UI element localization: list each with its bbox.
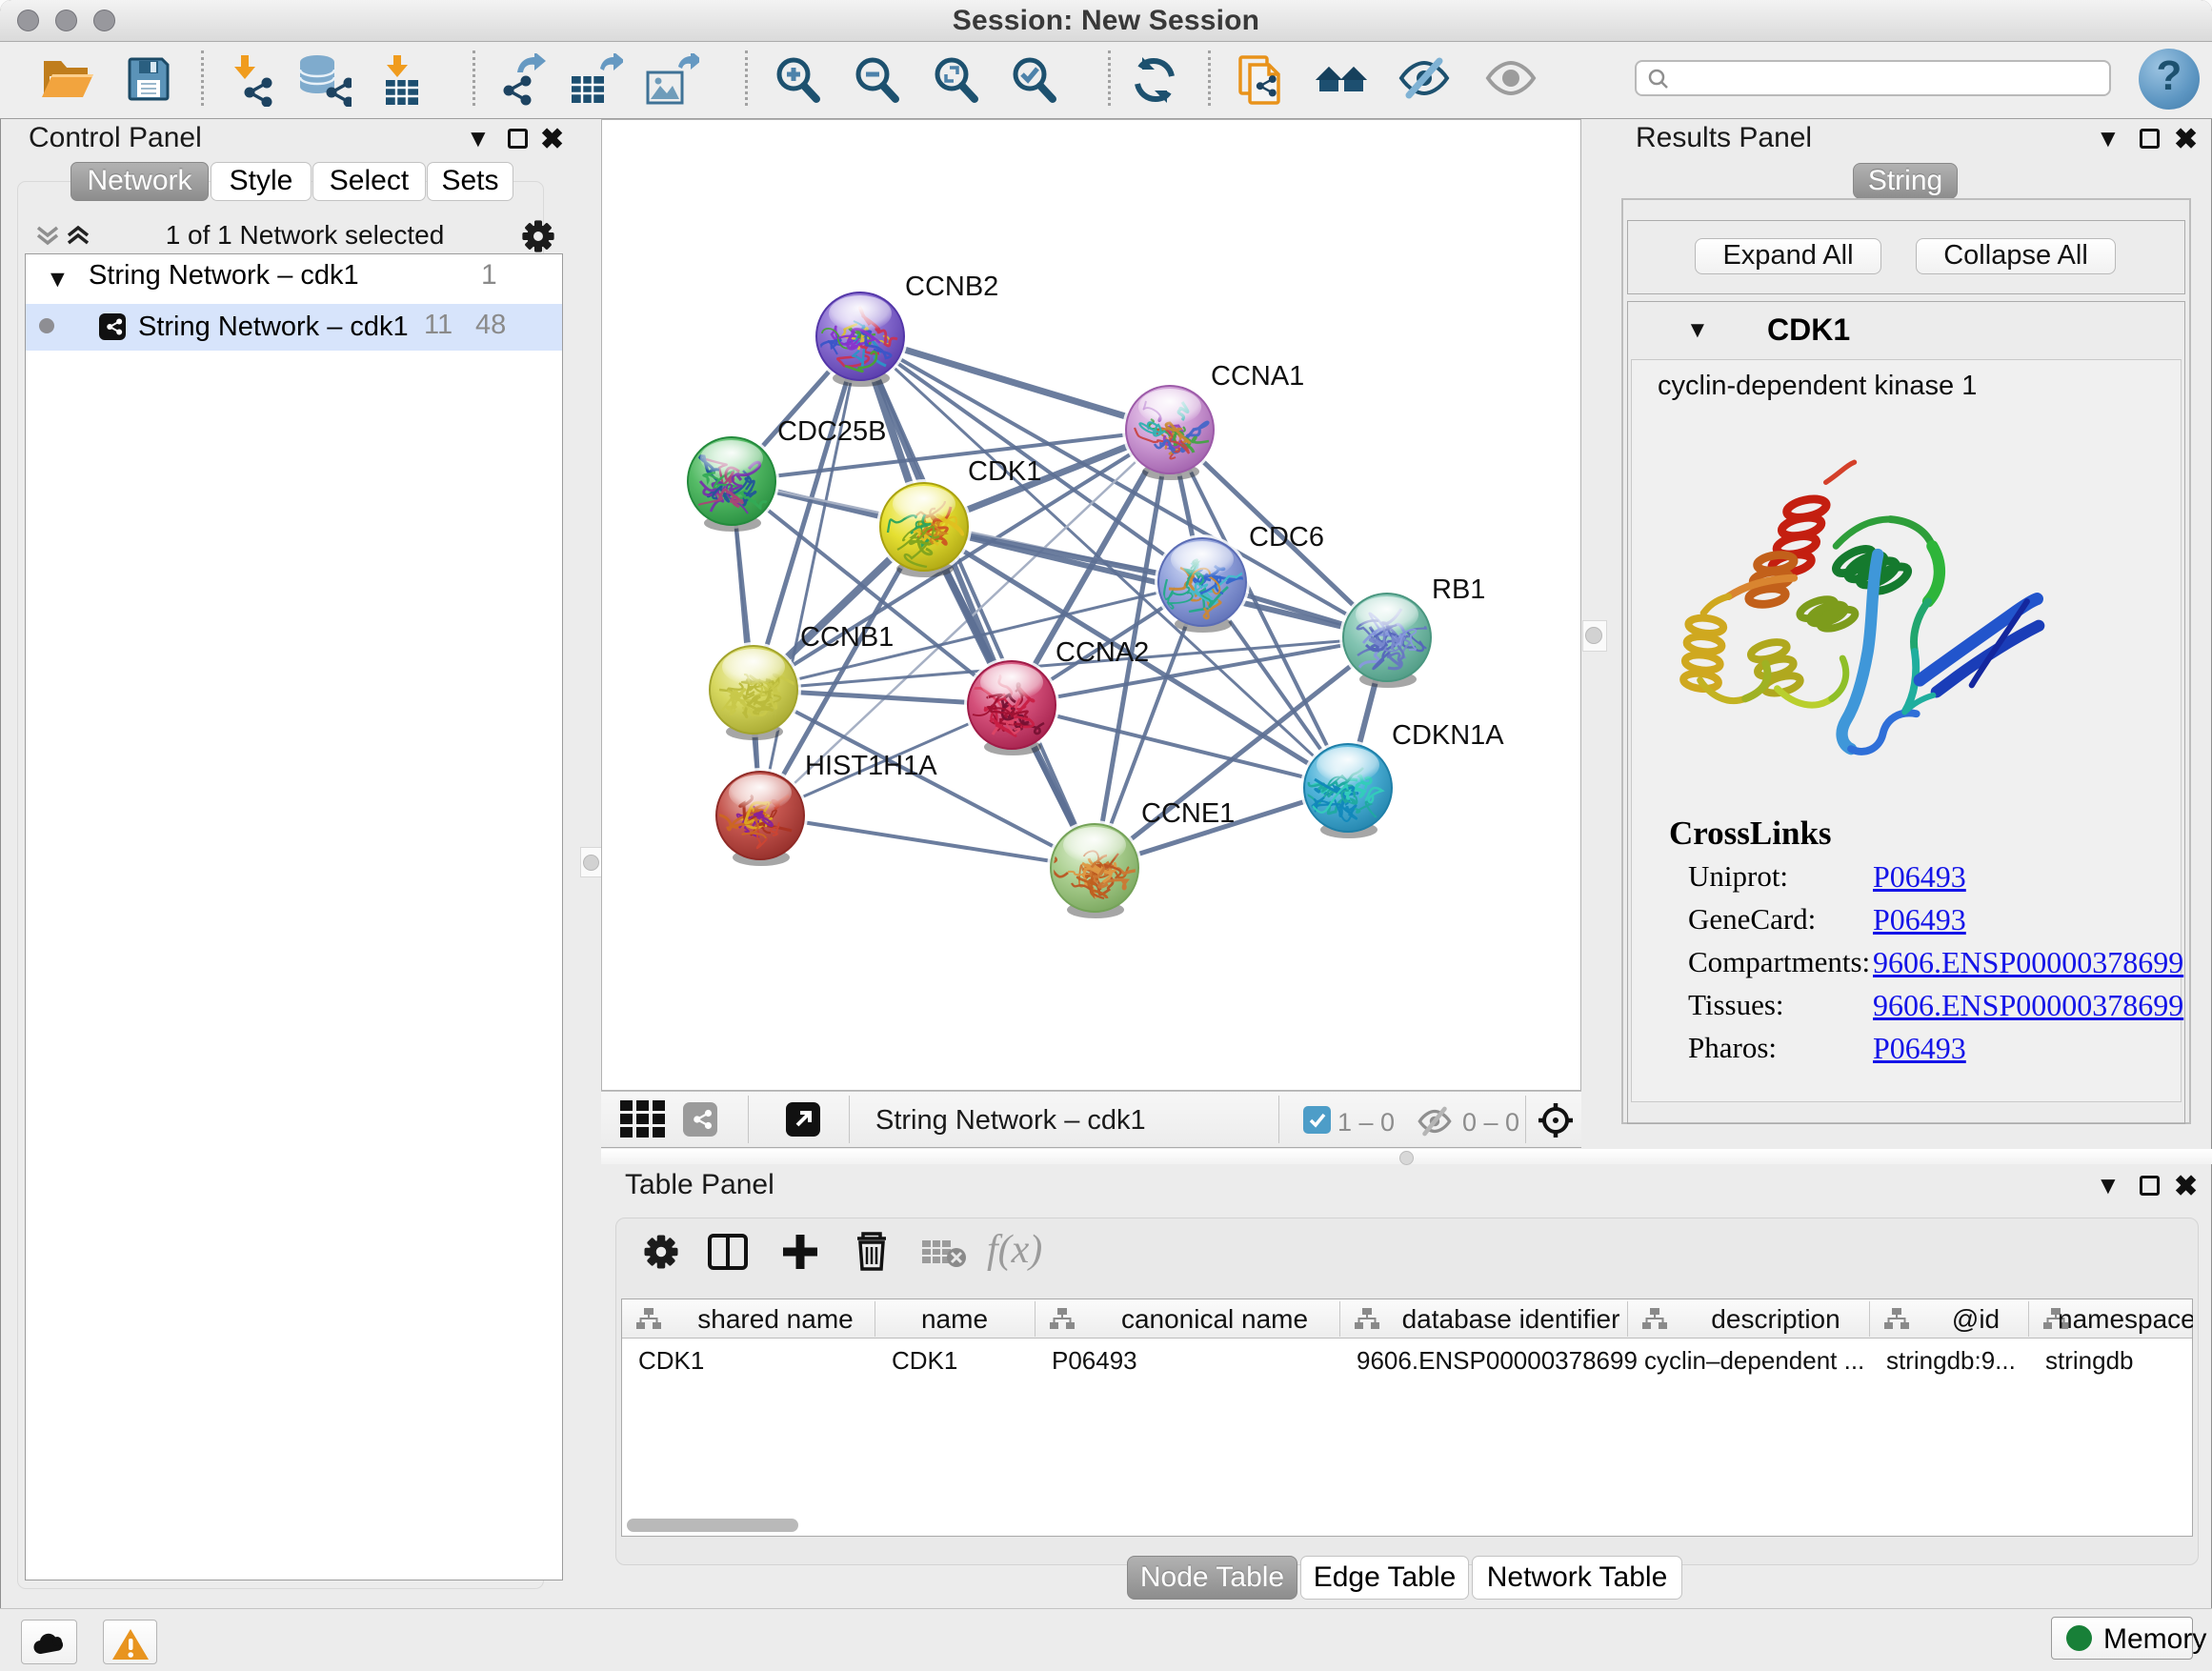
svg-text:CCNA1: CCNA1: [1211, 361, 1304, 392]
svg-text:CCNB1: CCNB1: [800, 622, 894, 653]
svg-text:CDK1: CDK1: [968, 456, 1041, 487]
svg-text:CDC6: CDC6: [1249, 522, 1324, 553]
svg-text:CCNA2: CCNA2: [1056, 637, 1149, 668]
svg-text:CDKN1A: CDKN1A: [1392, 720, 1504, 751]
svg-text:CDC25B: CDC25B: [777, 416, 886, 447]
svg-text:HIST1H1A: HIST1H1A: [805, 751, 937, 781]
svg-text:RB1: RB1: [1432, 574, 1485, 605]
svg-text:CCNB2: CCNB2: [905, 272, 998, 302]
svg-text:CCNE1: CCNE1: [1141, 798, 1235, 829]
